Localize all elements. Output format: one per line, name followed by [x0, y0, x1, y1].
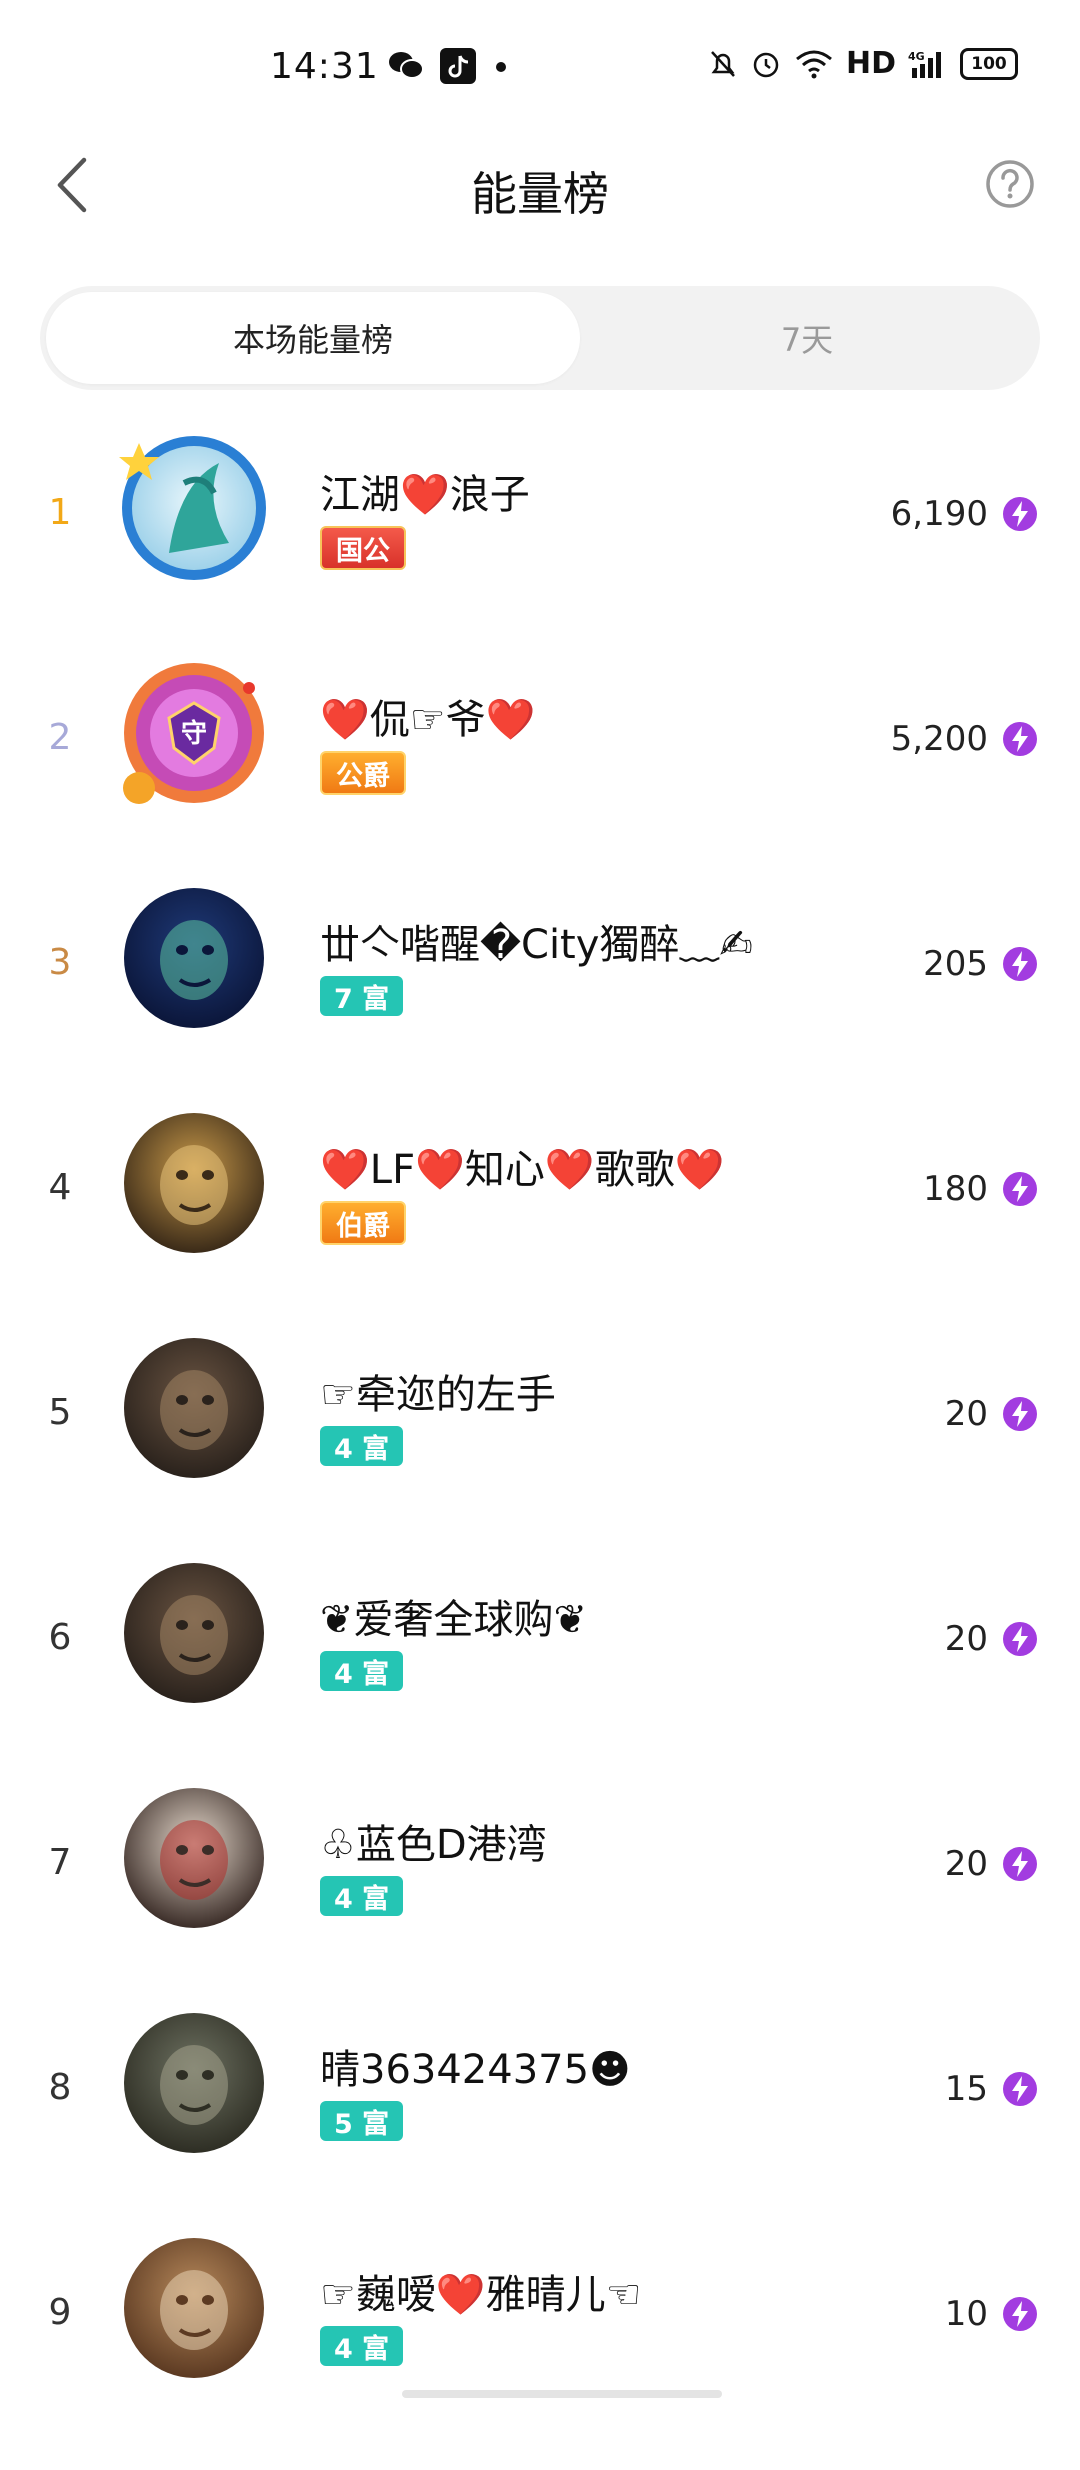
ranking-row[interactable]: 8 晴363424375☻ 5 富 15 — [0, 2013, 1080, 2245]
rank-number: 9 — [48, 2292, 72, 2333]
ranking-row[interactable]: 1 江湖❤️浪子 国公 6,190 — [0, 436, 1080, 670]
ranking-tabs: 本场能量榜 7天 — [40, 286, 1040, 390]
level-badge: 4 富 — [320, 1651, 404, 1691]
energy-score: 10 — [944, 2294, 988, 2334]
level-badge: 7 富 — [320, 976, 404, 1016]
avatar-image — [124, 888, 264, 1028]
alarm-icon — [753, 52, 779, 77]
level-badge: 公爵 — [320, 751, 406, 795]
status-bar: 14:31 HD 4G 100 — [0, 0, 1080, 130]
ranking-row[interactable]: 6 ❦爱奢全球购❦ 4 富 20 — [0, 1563, 1080, 1795]
user-name: ☞巍嗳❤️雅晴儿☜ — [320, 2272, 642, 2318]
ranking-row[interactable]: 9 ☞巍嗳❤️雅晴儿☜ 4 富 10 — [0, 2238, 1080, 2470]
energy-bolt-icon — [1002, 2071, 1038, 2107]
ranking-row[interactable]: 3 丗亽喈醒�City獨醉﹏✍ 7 富 205 — [0, 888, 1080, 1120]
energy-bolt-icon — [1002, 496, 1038, 532]
level-badge: 4 富 — [320, 1426, 404, 1466]
avatar-image — [124, 2013, 264, 2153]
energy-score: 15 — [944, 2069, 988, 2109]
rank-number: 1 — [48, 492, 72, 533]
user-name: 丗亽喈醒�City獨醉﹏✍ — [320, 922, 753, 968]
battery-icon: 100 — [960, 47, 1018, 80]
avatar[interactable] — [124, 888, 264, 1028]
user-name: ♧蓝色D港湾 — [320, 1822, 547, 1868]
rank-number: 5 — [48, 1392, 72, 1433]
tab-current-session[interactable]: 本场能量榜 — [46, 292, 580, 384]
scroll-indicator — [402, 2390, 722, 2398]
energy-bolt-icon — [1002, 1621, 1038, 1657]
avatar[interactable] — [124, 1563, 264, 1703]
avatar-image — [119, 436, 266, 580]
ranking-row[interactable]: 4 ❤️LF❤️知心❤️歌歌❤️ 伯爵 180 — [0, 1113, 1080, 1345]
help-button[interactable] — [980, 154, 1040, 214]
notification-dot-icon — [496, 62, 506, 72]
rank-number: 2 — [48, 717, 72, 758]
level-badge: 4 富 — [320, 2326, 404, 2366]
tab-7-days[interactable]: 7天 — [580, 292, 1034, 384]
avatar-image: 守 — [123, 663, 264, 804]
energy-score: 20 — [944, 1619, 988, 1659]
battery-level: 100 — [971, 53, 1007, 74]
avatar-image — [124, 1113, 264, 1253]
avatar[interactable] — [119, 436, 266, 580]
energy-bolt-icon — [1002, 2296, 1038, 2332]
energy-bolt-icon — [1002, 1396, 1038, 1432]
user-name: ❤️LF❤️知心❤️歌歌❤️ — [320, 1147, 725, 1193]
energy-bolt-icon — [1002, 721, 1038, 757]
svg-text:4G: 4G — [908, 50, 925, 63]
avatar[interactable] — [124, 2013, 264, 2153]
bell-muted-icon — [711, 50, 735, 77]
status-indicators: HD 4G 100 — [708, 46, 1018, 81]
rank-number: 6 — [48, 1617, 72, 1658]
avatar[interactable] — [124, 1338, 264, 1478]
user-name: ❦爱奢全球购❦ — [320, 1597, 588, 1643]
rank-number: 7 — [48, 1842, 72, 1883]
user-name: 江湖❤️浪子 — [320, 472, 530, 518]
level-badge: 国公 — [320, 526, 406, 570]
svg-text:守: 守 — [181, 718, 207, 749]
avatar-image — [124, 2238, 264, 2378]
energy-score: 20 — [944, 1844, 988, 1884]
tiktok-icon — [440, 48, 476, 84]
page-title: 能量榜 — [471, 167, 609, 221]
question-circle-icon — [986, 160, 1034, 208]
user-name: 晴363424375☻ — [320, 2047, 631, 2093]
avatar-image — [124, 1338, 264, 1478]
rank-number: 4 — [48, 1167, 72, 1208]
user-name: ❤️侃☞爷❤️ — [320, 697, 536, 743]
energy-score: 6,190 — [890, 494, 988, 534]
level-badge: 伯爵 — [320, 1201, 406, 1245]
rank-number: 8 — [48, 2067, 72, 2108]
level-badge: 4 富 — [320, 1876, 404, 1916]
energy-score: 180 — [923, 1169, 988, 1209]
level-badge: 5 富 — [320, 2101, 404, 2141]
energy-score: 20 — [944, 1394, 988, 1434]
avatar[interactable] — [124, 1113, 264, 1253]
energy-bolt-icon — [1002, 1171, 1038, 1207]
wifi-icon — [796, 50, 832, 78]
avatar-image — [124, 1563, 264, 1703]
avatar[interactable] — [124, 2238, 264, 2378]
avatar-image — [124, 1788, 264, 1928]
header: 能量榜 — [0, 130, 1080, 240]
avatar[interactable] — [124, 1788, 264, 1928]
status-time: 14:31 — [270, 46, 379, 87]
energy-score: 205 — [923, 944, 988, 984]
user-name: ☞牵迩的左手 — [320, 1372, 556, 1418]
hd-label: HD — [845, 46, 896, 81]
energy-bolt-icon — [1002, 946, 1038, 982]
rank-number: 3 — [48, 942, 72, 983]
energy-bolt-icon — [1002, 1846, 1038, 1882]
ranking-row[interactable]: 2 守 ❤️侃☞爷❤️ 公爵 5,200 — [0, 663, 1080, 895]
wechat-icon — [389, 52, 424, 79]
avatar[interactable]: 守 — [123, 663, 264, 804]
ranking-row[interactable]: 7 ♧蓝色D港湾 4 富 20 — [0, 1788, 1080, 2020]
ranking-row[interactable]: 5 ☞牵迩的左手 4 富 20 — [0, 1338, 1080, 1570]
energy-score: 5,200 — [890, 719, 988, 759]
signal-icon: 4G — [908, 50, 941, 78]
